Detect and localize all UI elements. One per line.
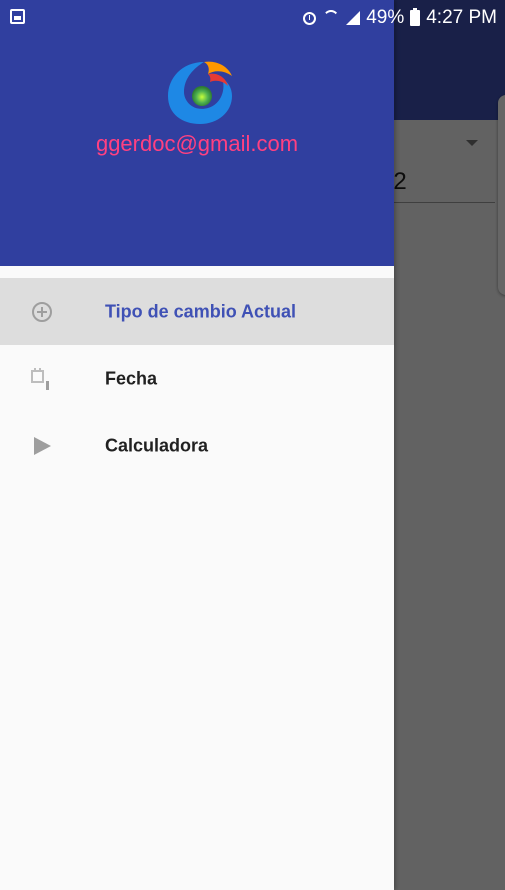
menu-item-label: Calculadora	[105, 435, 209, 455]
status-indicators: 49% 4:27 PM	[303, 6, 497, 30]
calendar-icon	[30, 367, 54, 391]
menu-item-label: Tipo de cambio Actual	[105, 301, 297, 321]
drawer-header: ggerdoc@gmail.com	[0, 0, 394, 266]
app-logo-icon	[168, 61, 232, 124]
battery-percent: 49%	[366, 7, 405, 28]
play-icon	[30, 434, 54, 458]
drawer-menu: Tipo de cambio Actual Fecha Calculadora	[0, 278, 394, 479]
menu-item-label: Fecha	[105, 368, 158, 388]
wifi-icon	[322, 10, 340, 26]
alarm-icon	[303, 11, 317, 25]
status-time: 4:27 PM	[426, 7, 497, 28]
menu-item-fecha[interactable]: Fecha	[0, 345, 394, 412]
status-bar: 49% 4:27 PM	[0, 0, 505, 36]
gallery-notification-icon	[10, 9, 25, 24]
navigation-drawer: ggerdoc@gmail.com Tipo de cambio Actual	[0, 0, 394, 890]
add-circle-icon	[30, 300, 54, 324]
account-email: ggerdoc@gmail.com	[95, 131, 299, 156]
signal-icon	[346, 11, 361, 25]
battery-icon	[410, 8, 421, 26]
menu-item-tipo-de-cambio[interactable]: Tipo de cambio Actual	[0, 278, 394, 345]
menu-item-calculadora[interactable]: Calculadora	[0, 412, 394, 479]
